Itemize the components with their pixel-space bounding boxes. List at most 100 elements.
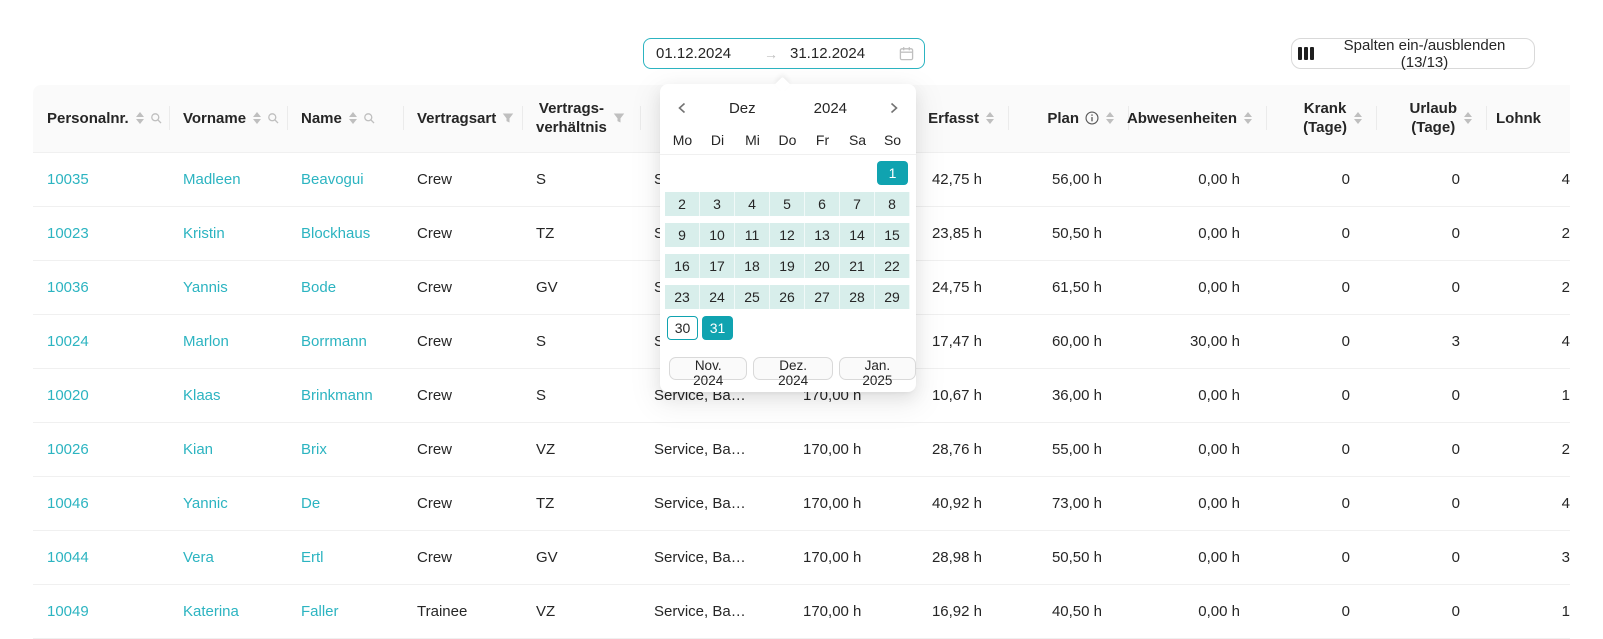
link-name[interactable]: De: [301, 495, 320, 512]
date-range-start-input[interactable]: 01.12.2024: [656, 45, 752, 62]
link-vorname[interactable]: Madleen: [183, 171, 241, 188]
cell-text: 3: [1562, 549, 1570, 566]
link-personalnr[interactable]: 10046: [47, 495, 89, 512]
column-header-abwesenheiten[interactable]: Abwesenheiten: [1128, 85, 1266, 152]
calendar-day[interactable]: 5: [770, 192, 805, 216]
link-name[interactable]: Borrmann: [301, 333, 367, 350]
calendar-day[interactable]: 15: [875, 223, 910, 247]
calendar-day[interactable]: 23: [665, 285, 700, 309]
cell-text: VZ: [536, 603, 555, 620]
quick-range-button[interactable]: Jan. 2025: [839, 357, 916, 380]
sort-icon[interactable]: [253, 112, 261, 124]
weekday-label: So: [875, 128, 910, 152]
quick-range-button[interactable]: Nov. 2024: [669, 357, 747, 380]
calendar-icon[interactable]: [899, 46, 914, 61]
info-icon[interactable]: [1085, 111, 1099, 125]
chevron-right-icon[interactable]: [884, 102, 904, 114]
calendar-day[interactable]: 20: [805, 254, 840, 278]
calendar-year-select[interactable]: 2024: [814, 100, 847, 117]
quick-range-button[interactable]: Dez. 2024: [753, 357, 832, 380]
calendar-day[interactable]: 13: [805, 223, 840, 247]
link-vorname[interactable]: Klaas: [183, 387, 221, 404]
calendar-day[interactable]: 19: [770, 254, 805, 278]
cell-text: 40,92 h: [932, 495, 982, 512]
sort-icon[interactable]: [1106, 112, 1114, 124]
calendar-day[interactable]: 24: [700, 285, 735, 309]
calendar-day[interactable]: 7: [840, 192, 875, 216]
cell-text: GV: [536, 549, 558, 566]
calendar-day[interactable]: 3: [700, 192, 735, 216]
link-personalnr[interactable]: 10049: [47, 603, 89, 620]
cell-text: 1: [1562, 603, 1570, 620]
cell-vorname: Vera: [169, 530, 287, 584]
column-header-name[interactable]: Name: [287, 85, 403, 152]
filter-icon[interactable]: [613, 112, 625, 124]
link-name[interactable]: Bode: [301, 279, 336, 296]
calendar-day[interactable]: 31: [702, 316, 733, 340]
sort-icon[interactable]: [1244, 112, 1252, 124]
calendar-day[interactable]: 27: [805, 285, 840, 309]
link-vorname[interactable]: Vera: [183, 549, 214, 566]
filter-icon[interactable]: [502, 112, 514, 124]
sort-icon[interactable]: [986, 112, 994, 124]
calendar-day[interactable]: 9: [665, 223, 700, 247]
calendar-day[interactable]: 10: [700, 223, 735, 247]
link-vorname[interactable]: Yannic: [183, 495, 228, 512]
link-name[interactable]: Faller: [301, 603, 339, 620]
calendar-day[interactable]: 28: [840, 285, 875, 309]
link-vorname[interactable]: Kian: [183, 441, 213, 458]
date-range-end-input[interactable]: 31.12.2024: [790, 45, 893, 62]
chevron-left-icon[interactable]: [672, 102, 692, 114]
column-header-krank-tage[interactable]: Krank(Tage): [1266, 85, 1376, 152]
calendar-day[interactable]: 30: [667, 316, 698, 340]
search-icon[interactable]: [267, 112, 280, 125]
link-name[interactable]: Brinkmann: [301, 387, 373, 404]
search-icon[interactable]: [150, 112, 163, 125]
toggle-columns-button[interactable]: Spalten ein-/ausblenden (13/13): [1291, 38, 1535, 69]
calendar-day[interactable]: 16: [665, 254, 700, 278]
calendar-day[interactable]: 21: [840, 254, 875, 278]
calendar-day[interactable]: 12: [770, 223, 805, 247]
search-icon[interactable]: [363, 112, 376, 125]
column-header-personalnr[interactable]: Personalnr.: [33, 85, 169, 152]
calendar-day[interactable]: 1: [877, 161, 908, 185]
calendar-day[interactable]: 6: [805, 192, 840, 216]
link-vorname[interactable]: Yannis: [183, 279, 228, 296]
link-personalnr[interactable]: 10036: [47, 279, 89, 296]
sort-icon[interactable]: [349, 112, 357, 124]
calendar-day[interactable]: 8: [875, 192, 910, 216]
calendar-day[interactable]: 11: [735, 223, 770, 247]
link-personalnr[interactable]: 10035: [47, 171, 89, 188]
link-personalnr[interactable]: 10044: [47, 549, 89, 566]
link-name[interactable]: Beavogui: [301, 171, 364, 188]
link-name[interactable]: Brix: [301, 441, 327, 458]
table-row: 10046YannicDeCrewTZService, Ba…170,00 h4…: [33, 476, 1570, 530]
link-personalnr[interactable]: 10026: [47, 441, 89, 458]
calendar-day[interactable]: 17: [700, 254, 735, 278]
calendar-day[interactable]: 25: [735, 285, 770, 309]
link-personalnr[interactable]: 10024: [47, 333, 89, 350]
link-vorname[interactable]: Katerina: [183, 603, 239, 620]
sort-icon[interactable]: [136, 112, 144, 124]
calendar-day[interactable]: 26: [770, 285, 805, 309]
column-header-urlaub-tage[interactable]: Urlaub(Tage): [1376, 85, 1486, 152]
date-range-picker[interactable]: 01.12.2024 → 31.12.2024: [643, 38, 925, 69]
sort-icon[interactable]: [1464, 112, 1472, 124]
link-name[interactable]: Blockhaus: [301, 225, 370, 242]
calendar-day[interactable]: 22: [875, 254, 910, 278]
calendar-day[interactable]: 4: [735, 192, 770, 216]
calendar-day[interactable]: 14: [840, 223, 875, 247]
column-header-plan[interactable]: Plan: [1008, 85, 1128, 152]
calendar-day[interactable]: 29: [875, 285, 910, 309]
link-vorname[interactable]: Kristin: [183, 225, 225, 242]
calendar-day[interactable]: 2: [665, 192, 700, 216]
sort-icon[interactable]: [1354, 112, 1362, 124]
link-name[interactable]: Ertl: [301, 549, 324, 566]
link-personalnr[interactable]: 10023: [47, 225, 89, 242]
cell-plan: 55,00 h: [1008, 422, 1128, 476]
link-personalnr[interactable]: 10020: [47, 387, 89, 404]
calendar-month-select[interactable]: Dez: [729, 100, 756, 117]
column-header-vorname[interactable]: Vorname: [169, 85, 287, 152]
link-vorname[interactable]: Marlon: [183, 333, 229, 350]
calendar-day[interactable]: 18: [735, 254, 770, 278]
